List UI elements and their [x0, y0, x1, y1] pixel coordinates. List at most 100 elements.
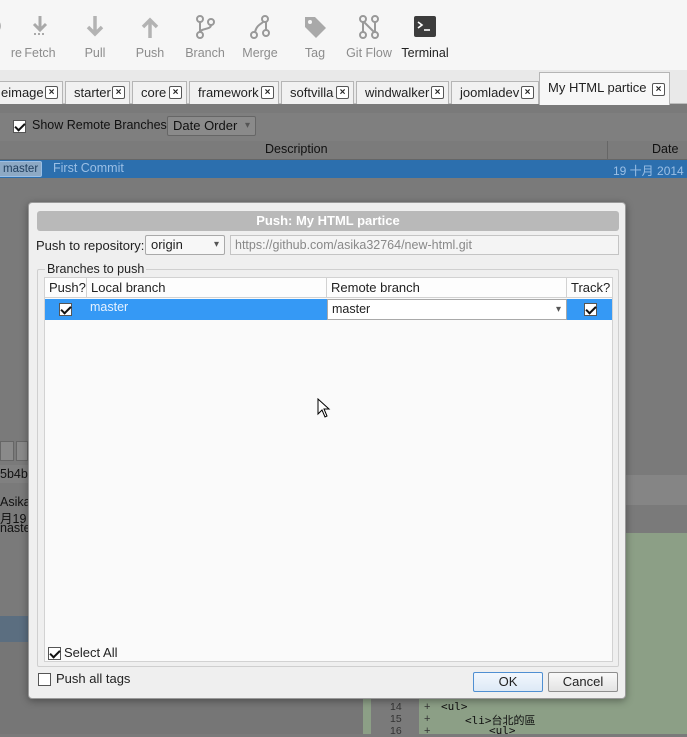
local-branch-column-header[interactable]: Local branch — [87, 278, 327, 298]
push-all-tags-label: Push all tags — [56, 671, 131, 686]
bg-dropdown — [0, 441, 14, 461]
push-button[interactable]: Push — [120, 14, 180, 60]
select-all-checkbox[interactable] — [48, 647, 61, 660]
ok-button[interactable]: OK — [473, 672, 543, 692]
remote-branch-value: master — [332, 302, 371, 316]
bg-selected-file — [0, 616, 28, 642]
tab-eimage[interactable]: eimage × — [0, 81, 63, 104]
repo-url-text: https://github.com/asika32764/new-html.g… — [235, 238, 472, 252]
local-branch-value: master — [90, 300, 129, 314]
close-icon[interactable]: × — [431, 86, 444, 99]
tab-label: starter — [74, 85, 111, 100]
tab-my-html-partice[interactable]: My HTML partice × — [539, 72, 670, 105]
order-select[interactable]: Date Order ▾ — [167, 116, 256, 136]
fetch-arrow-icon — [32, 16, 48, 35]
close-icon[interactable]: × — [112, 86, 125, 99]
ok-button-label: OK — [498, 674, 518, 689]
description-column-header[interactable]: Description — [265, 142, 328, 156]
terminal-button[interactable]: Terminal — [395, 14, 455, 60]
close-icon[interactable]: × — [521, 86, 534, 99]
remote-branch-column-header[interactable]: Remote branch — [327, 278, 567, 298]
branch-badge-label: master — [3, 163, 39, 175]
repo-select[interactable]: origin ▾ — [145, 235, 225, 255]
tag-label: Tag — [304, 46, 326, 60]
chevron-down-icon: ▾ — [244, 120, 250, 131]
pull-label: Pull — [84, 46, 106, 60]
bg-author: Asika — [0, 495, 31, 509]
tab-label: My HTML partice — [548, 80, 647, 95]
pull-arrow-icon — [86, 16, 104, 37]
branches-table-header: Push? Local branch Remote branch Track? — [45, 278, 612, 298]
track-cell — [567, 299, 612, 320]
push-column-header[interactable]: Push? — [45, 278, 87, 298]
close-icon[interactable]: × — [261, 86, 274, 99]
branches-group-label: Branches to push — [45, 262, 147, 276]
branch-label: Branch — [185, 46, 225, 60]
diff-mark: + — [424, 701, 431, 713]
close-icon[interactable]: × — [45, 86, 58, 99]
close-icon[interactable]: × — [336, 86, 349, 99]
merge-button[interactable]: Merge — [230, 14, 290, 60]
show-remote-checkbox[interactable] — [13, 120, 26, 133]
git-flow-label: Git Flow — [346, 46, 392, 60]
tab-label: eimage — [1, 85, 44, 100]
tag-icon — [305, 17, 326, 38]
diff-mark: + — [424, 725, 431, 737]
track-column-header[interactable]: Track? — [567, 278, 612, 298]
repo-url-field[interactable]: https://github.com/asika32764/new-html.g… — [230, 235, 619, 255]
terminal-label: Terminal — [401, 46, 449, 60]
line-number: 15 — [390, 713, 402, 725]
push-arrow-icon — [141, 17, 159, 38]
terminal-icon — [414, 16, 436, 37]
track-checkbox[interactable] — [584, 303, 597, 316]
select-all-label: Select All — [64, 645, 118, 660]
push-checkbox[interactable] — [59, 303, 72, 316]
branch-button[interactable]: Branch — [175, 14, 235, 60]
branches-table: Push? Local branch Remote branch Track? … — [44, 277, 613, 662]
local-branch-column-label: Local branch — [91, 280, 166, 295]
push-all-tags-checkbox[interactable] — [38, 673, 51, 686]
tab-label: windwalker — [365, 85, 430, 100]
cancel-button[interactable]: Cancel — [548, 672, 618, 692]
repo-tabbar: eimage × starter × core × framework × so… — [0, 70, 687, 105]
tab-framework[interactable]: framework × — [189, 81, 279, 104]
tab-label: joomladev — [460, 85, 520, 100]
column-divider — [607, 141, 608, 160]
diff-mark: + — [424, 713, 431, 725]
tab-starter[interactable]: starter × — [65, 81, 130, 104]
pull-button[interactable]: Pull — [65, 14, 125, 60]
log-options-bar: Show Remote Branches Date Order ▾ — [0, 113, 687, 141]
remote-branch-select[interactable]: master ▾ — [327, 299, 567, 320]
bg-dropdown — [16, 441, 28, 461]
tab-windwalker[interactable]: windwalker × — [356, 81, 449, 104]
tab-softvilla[interactable]: softvilla × — [281, 81, 354, 104]
tab-core[interactable]: core × — [132, 81, 187, 104]
dialog-title: Push: My HTML partice — [37, 211, 619, 231]
git-flow-button[interactable]: Git Flow — [339, 14, 399, 60]
repo-label: Push to repository: — [36, 238, 145, 253]
local-branch-cell: master — [90, 299, 326, 320]
toolbar: re Fetch Pull Push Branch Merge Tag Git … — [0, 0, 687, 70]
branch-badge: master — [0, 161, 43, 177]
tab-joomladev[interactable]: joomladev × — [451, 81, 539, 104]
branch-icon — [196, 15, 215, 39]
tab-label: framework — [198, 85, 259, 100]
close-icon[interactable]: × — [652, 83, 665, 96]
bg-commit-hash: 5b4b — [0, 467, 28, 481]
remote-branch-column-label: Remote branch — [331, 280, 420, 295]
tag-button[interactable]: Tag — [285, 14, 345, 60]
close-icon[interactable]: × — [169, 86, 182, 99]
commit-message: First Commit — [53, 161, 124, 175]
fetch-button[interactable]: Fetch — [10, 14, 70, 60]
tab-label: core — [141, 85, 167, 100]
line-number: 16 — [390, 725, 402, 737]
commit-row[interactable]: master First Commit 19 十月 2014 — [0, 160, 687, 178]
push-label: Push — [135, 46, 165, 60]
table-row[interactable]: master master ▾ — [45, 299, 612, 320]
push-dialog: Push: My HTML partice Push to repository… — [28, 202, 626, 699]
push-column-label: Push? — [49, 280, 86, 295]
order-value: Date Order — [173, 118, 238, 133]
tab-label: softvilla — [290, 85, 334, 100]
merge-label: Merge — [242, 46, 278, 60]
date-column-header[interactable]: Date — [652, 142, 678, 156]
